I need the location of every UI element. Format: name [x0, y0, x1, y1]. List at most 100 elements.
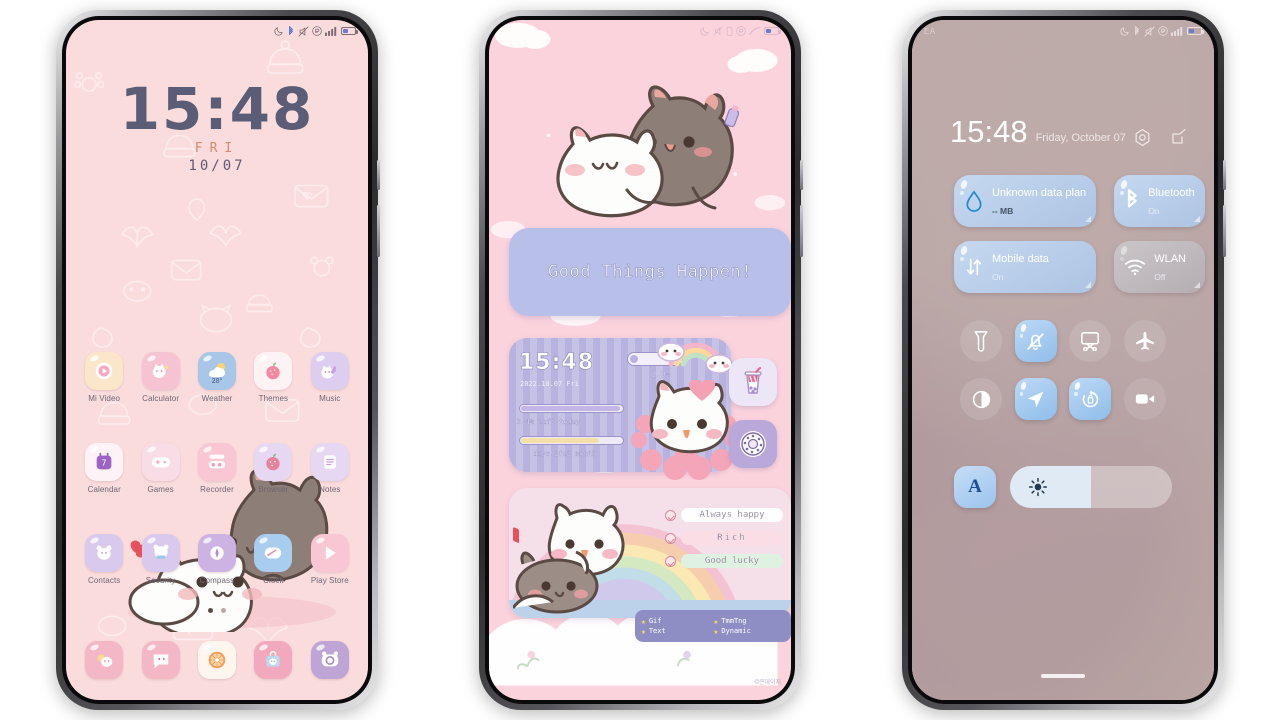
side-app-settings[interactable] [729, 420, 777, 468]
check-circle-icon [665, 509, 676, 521]
dock-chrome[interactable] [189, 641, 245, 679]
widget-type-bar[interactable]: ★ Gif ★ TmmTng ★ Text ★ Dynamic [635, 610, 791, 642]
dock-store[interactable] [245, 641, 301, 679]
tile-label: Unknown data plan [992, 187, 1087, 199]
tile-label: Bluetooth [1148, 187, 1195, 199]
lockscreen-clock: 15:48 FRI 10/07 [66, 75, 368, 174]
tile-mobile-data[interactable]: Mobile data On [954, 241, 1097, 293]
app-play-store[interactable]: Play Store [302, 534, 358, 585]
wish-item[interactable]: Rich [665, 531, 783, 545]
tag-tmmtng[interactable]: ★ TmmTng [714, 617, 786, 626]
quote-widget[interactable]: Good Things Happen! [509, 228, 791, 316]
silent-mode-icon [1027, 332, 1045, 350]
edit-icon[interactable] [1170, 128, 1188, 146]
location-icon [1027, 391, 1044, 407]
app-label: Contacts [88, 576, 121, 585]
app-calendar[interactable]: 7 Calendar [76, 443, 132, 494]
phone1-status-bar [66, 20, 368, 42]
app-themes[interactable]: Themes [245, 352, 301, 403]
dnd-moon-icon [1120, 27, 1129, 36]
phone3-status-bar: EA [912, 20, 1214, 42]
app-notes[interactable]: Notes [302, 443, 358, 494]
contacts-icon [96, 545, 112, 560]
security-icon [153, 544, 169, 559]
app-music[interactable]: Music [302, 352, 358, 403]
app-security[interactable]: Security [132, 534, 188, 585]
phone2-screen[interactable]: Good Things Happen! 15:48 2022.10.07 Fri… [489, 20, 791, 700]
app-games[interactable]: Games [132, 443, 188, 494]
tile-label: WLAN [1154, 253, 1186, 265]
toggle-auto-rotate[interactable] [1069, 378, 1112, 420]
tag-dynamic[interactable]: ★ Dynamic [714, 627, 786, 636]
app-browser[interactable]: Browser [245, 443, 301, 494]
clock-time: 15:48 [119, 75, 315, 143]
brightness-slider[interactable] [1010, 466, 1172, 508]
app-label: Games [147, 485, 174, 494]
toggle-dark-mode[interactable] [960, 378, 1003, 420]
compass-icon [210, 546, 224, 560]
phone3-screen[interactable]: EA 15:48 Friday, October 07 Unknown data… [912, 20, 1214, 700]
watermark: ©큰데이지 [754, 680, 781, 686]
wish-widget[interactable]: Always happy Rich Good lucky [509, 488, 791, 618]
tag-gif[interactable]: ★ Gif [641, 617, 713, 626]
app-contacts[interactable]: Contacts [76, 534, 132, 585]
app-mi-video[interactable]: Mi Video [76, 352, 132, 403]
phone2-status-bar [489, 20, 791, 42]
tag-label: Dynamic [721, 627, 751, 635]
wish-widget-cats [513, 503, 625, 614]
toggle-screen-recorder[interactable] [1123, 378, 1166, 420]
app-compass[interactable]: Compass [189, 534, 245, 585]
dock-messages[interactable] [132, 641, 188, 679]
tile-sub: -- MB [992, 206, 1014, 216]
clock-weekday: FRI [194, 141, 240, 157]
drag-handle[interactable] [1041, 674, 1085, 678]
wish-text: Always happy [681, 508, 783, 522]
app-weather[interactable]: 28° Weather [189, 352, 245, 403]
star-icon: ★ [713, 626, 719, 636]
toggle-flashlight[interactable] [960, 320, 1003, 362]
mute-icon [713, 26, 723, 36]
signal-icon [1171, 26, 1183, 36]
app-clock[interactable]: Clock [245, 534, 301, 585]
tile-bluetooth[interactable]: Bluetooth On [1114, 175, 1205, 227]
dock-camera[interactable] [302, 641, 358, 679]
auto-rotate-icon [1082, 389, 1099, 407]
brightness-sun-icon [1028, 477, 1048, 497]
phone1-screen[interactable]: 15:48 FRI 10/07 Mi Video Calculator 28° … [66, 20, 368, 700]
tile-sub: On [992, 272, 1004, 282]
cc-time: 15:48 [950, 114, 1028, 149]
toggle-airplane-mode[interactable] [1123, 320, 1166, 362]
app-recorder[interactable]: Recorder [189, 443, 245, 494]
roaming-icon [736, 26, 746, 36]
app-label: Calculator [142, 394, 180, 403]
progress-label-today: 3.4% left today [517, 418, 581, 426]
bluetooth-icon [1128, 189, 1137, 208]
toggle-silent-mode[interactable] [1014, 320, 1057, 362]
wish-item[interactable]: Good lucky [665, 554, 783, 568]
app-calculator[interactable]: Calculator [132, 352, 188, 403]
toggle-screenshot[interactable] [1069, 320, 1112, 362]
music-icon [321, 365, 336, 379]
wish-item[interactable]: Always happy [665, 508, 783, 522]
dark-mode-icon [972, 390, 990, 408]
app-label: Browser [258, 485, 289, 494]
dock-gallery[interactable] [76, 641, 132, 679]
settings-gear-icon[interactable] [1133, 128, 1152, 147]
clock-icon [265, 547, 282, 559]
games-icon [151, 457, 170, 468]
side-app-boba[interactable] [729, 358, 777, 406]
brightness-row: A [954, 466, 1172, 508]
wifi-icon [1125, 259, 1146, 276]
heart-decoration [689, 380, 715, 401]
tile-wlan[interactable]: WLAN Off [1114, 241, 1205, 293]
browser-icon [266, 453, 281, 471]
flashlight-icon [974, 331, 988, 352]
tag-text[interactable]: ★ Text [641, 627, 713, 636]
app-label: Themes [258, 394, 289, 403]
themes-icon [266, 362, 281, 380]
donut-settings-icon [740, 431, 766, 457]
tile-data-plan[interactable]: Unknown data plan -- MB [954, 175, 1097, 227]
toggle-location[interactable] [1014, 378, 1057, 420]
star-icon: ★ [641, 616, 646, 626]
auto-brightness-button[interactable]: A [954, 466, 996, 508]
